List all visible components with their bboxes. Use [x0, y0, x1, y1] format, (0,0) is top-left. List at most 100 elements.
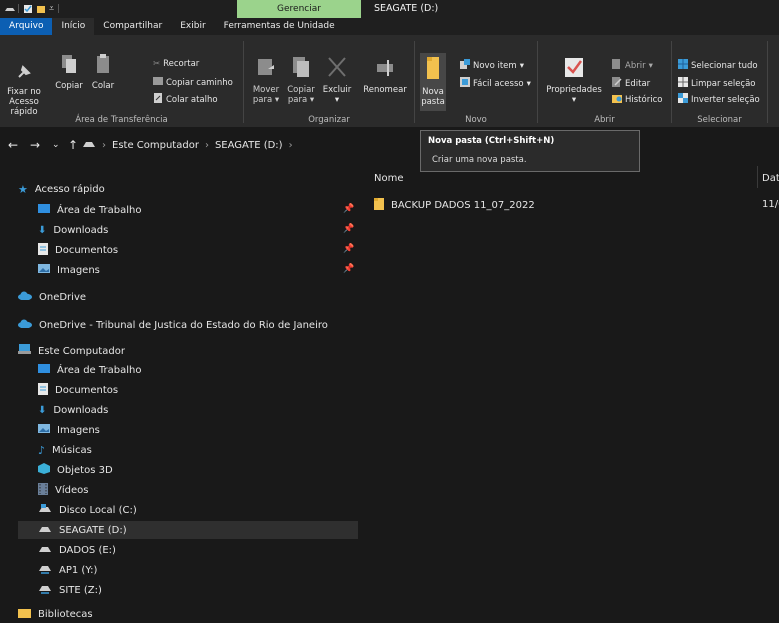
rename-icon [362, 55, 408, 82]
cloud-icon [18, 291, 32, 303]
open-label: Abrir [625, 60, 646, 71]
column-divider[interactable] [757, 166, 758, 188]
copy-button[interactable]: Copiar [52, 53, 86, 91]
paste-shortcut-button[interactable]: Colar atalho [153, 93, 218, 106]
sidebar-item-pc-3d-objects[interactable]: Objetos 3D [38, 461, 113, 479]
select-none-icon [678, 77, 688, 90]
paste-button[interactable]: Colar [88, 53, 118, 91]
properties-button[interactable]: Propriedades ▾ [544, 55, 604, 105]
copy-to-button[interactable]: Copiar para ▾ [284, 55, 318, 105]
sidebar-item-seagate-d[interactable]: SEAGATE (D:) [18, 521, 358, 539]
invert-selection-button[interactable]: Inverter seleção [678, 93, 760, 106]
recent-locations-icon[interactable]: ⌄ [52, 140, 60, 150]
forward-icon[interactable]: → [30, 138, 40, 152]
pin-quick-access-button[interactable]: Fixar no Acesso rápido [2, 63, 46, 117]
pin-icon[interactable]: 📌 [343, 204, 354, 214]
sidebar-item-pc-videos[interactable]: Vídeos [38, 481, 88, 499]
sidebar-item-pc-desktop[interactable]: Área de Trabalho [38, 361, 141, 379]
sidebar-item-dados-e[interactable]: DADOS (E:) [38, 541, 116, 559]
open-button[interactable]: Abrir ▾ [612, 59, 653, 72]
list-item[interactable]: BACKUP DADOS 11_07_2022 [374, 196, 535, 214]
delete-button[interactable]: Excluir ▾ [320, 55, 354, 105]
sidebar-item-desktop[interactable]: Área de Trabalho [38, 201, 141, 219]
select-none-label: Limpar seleção [691, 78, 756, 89]
breadcrumb-this-pc[interactable]: Este Computador [112, 140, 199, 151]
invert-selection-icon [678, 93, 688, 106]
context-tab-manage[interactable]: Gerenciar [237, 0, 361, 18]
sidebar-item-label: Objetos 3D [57, 464, 113, 476]
tab-file[interactable]: Arquivo [0, 18, 53, 35]
group-label-new: Novo [465, 115, 487, 125]
rename-label: Renomear [363, 85, 407, 95]
cut-label: Recortar [163, 59, 200, 69]
easy-access-button[interactable]: Fácil acesso ▾ [460, 77, 531, 90]
select-all-button[interactable]: Selecionar tudo [678, 59, 758, 72]
address-bar[interactable]: › Este Computador › SEAGATE (D:) › [82, 135, 382, 155]
cut-button[interactable]: ✂ Recortar [153, 59, 199, 69]
star-icon: ★ [18, 182, 28, 196]
easy-access-label: Fácil acesso [473, 78, 524, 89]
select-all-label: Selecionar tudo [691, 60, 758, 71]
sidebar-item-label: DADOS (E:) [59, 544, 116, 556]
move-label: Mover [252, 85, 280, 95]
back-icon[interactable]: ← [8, 138, 18, 152]
copy-path-button[interactable]: Copiar caminho [153, 77, 233, 88]
sidebar-item-label: Este Computador [38, 345, 125, 357]
delete-label: Excluir [322, 85, 352, 95]
sidebar-item-pc-music[interactable]: ♪ Músicas [38, 441, 92, 459]
sidebar-item-pc-documents[interactable]: Documentos [38, 381, 118, 399]
move-to-icon [250, 55, 282, 82]
sidebar-item-downloads[interactable]: ⬇ Downloads [38, 221, 108, 239]
download-icon: ⬇ [38, 224, 47, 236]
ribbon-separator [243, 41, 244, 123]
properties-icon[interactable] [23, 4, 33, 14]
history-button[interactable]: Histórico [612, 93, 662, 106]
sidebar-item-onedrive-org[interactable]: OneDrive - Tribunal de Justica do Estado… [18, 316, 328, 334]
new-folder-button[interactable]: Nova pasta [420, 53, 446, 111]
pin-icon [2, 63, 46, 84]
move-to-button[interactable]: Mover para ▾ [250, 55, 282, 105]
column-header-name[interactable]: Nome [374, 173, 404, 184]
invert-selection-label: Inverter seleção [691, 94, 760, 105]
breadcrumb-separator-icon: › [288, 139, 293, 151]
tab-home[interactable]: Início [52, 18, 95, 35]
quick-access-toolbar: | ⩡ | [0, 0, 60, 18]
sidebar-item-label: SEAGATE (D:) [59, 524, 127, 536]
sidebar-item-pictures[interactable]: Imagens [38, 261, 100, 279]
ribbon-separator [537, 41, 538, 123]
tab-drive-tools[interactable]: Ferramentas de Unidade [215, 18, 344, 35]
customize-qat-icon[interactable]: ⩡ [49, 4, 54, 14]
tab-share[interactable]: Compartilhar [94, 18, 171, 35]
pin-icon[interactable]: 📌 [343, 264, 354, 274]
sidebar-item-onedrive[interactable]: OneDrive [18, 288, 86, 306]
sidebar-item-site-z[interactable]: SITE (Z:) [38, 581, 102, 599]
new-item-button[interactable]: Novo item ▾ [460, 59, 524, 72]
rename-button[interactable]: Renomear [362, 55, 408, 95]
copy-label: Copiar [55, 81, 83, 91]
sidebar-item-documents[interactable]: Documentos [38, 241, 118, 259]
pictures-icon [38, 264, 50, 276]
sidebar-item-this-pc[interactable]: Este Computador [18, 342, 125, 360]
breadcrumb-separator-icon: › [204, 139, 209, 151]
sidebar-item-label: Acesso rápido [34, 183, 105, 195]
ribbon-separator [414, 41, 415, 123]
edit-button[interactable]: Editar [612, 77, 650, 90]
document-icon [38, 382, 48, 398]
select-none-button[interactable]: Limpar seleção [678, 77, 756, 90]
pin-icon[interactable]: 📌 [343, 224, 354, 234]
tab-view[interactable]: Exibir [171, 18, 214, 35]
sidebar-item-label: Área de Trabalho [57, 204, 142, 216]
sidebar-item-pc-downloads[interactable]: ⬇ Downloads [38, 401, 108, 419]
sidebar-item-ap1-y[interactable]: AP1 (Y:) [38, 561, 97, 579]
new-folder-icon[interactable] [36, 4, 46, 14]
sidebar-item-pc-pictures[interactable]: Imagens [38, 421, 100, 439]
paste-icon [88, 53, 118, 78]
breadcrumb-seagate[interactable]: SEAGATE (D:) [215, 140, 283, 151]
pin-icon[interactable]: 📌 [343, 244, 354, 254]
sidebar-item-libraries[interactable]: Bibliotecas [18, 605, 93, 623]
copy-to-icon [284, 55, 318, 82]
up-icon[interactable]: ↑ [68, 138, 78, 152]
column-header-date[interactable]: Data [762, 173, 779, 184]
sidebar-item-local-disk-c[interactable]: Disco Local (C:) [38, 501, 137, 519]
sidebar-item-quick-access[interactable]: ★ Acesso rápido [18, 180, 105, 198]
